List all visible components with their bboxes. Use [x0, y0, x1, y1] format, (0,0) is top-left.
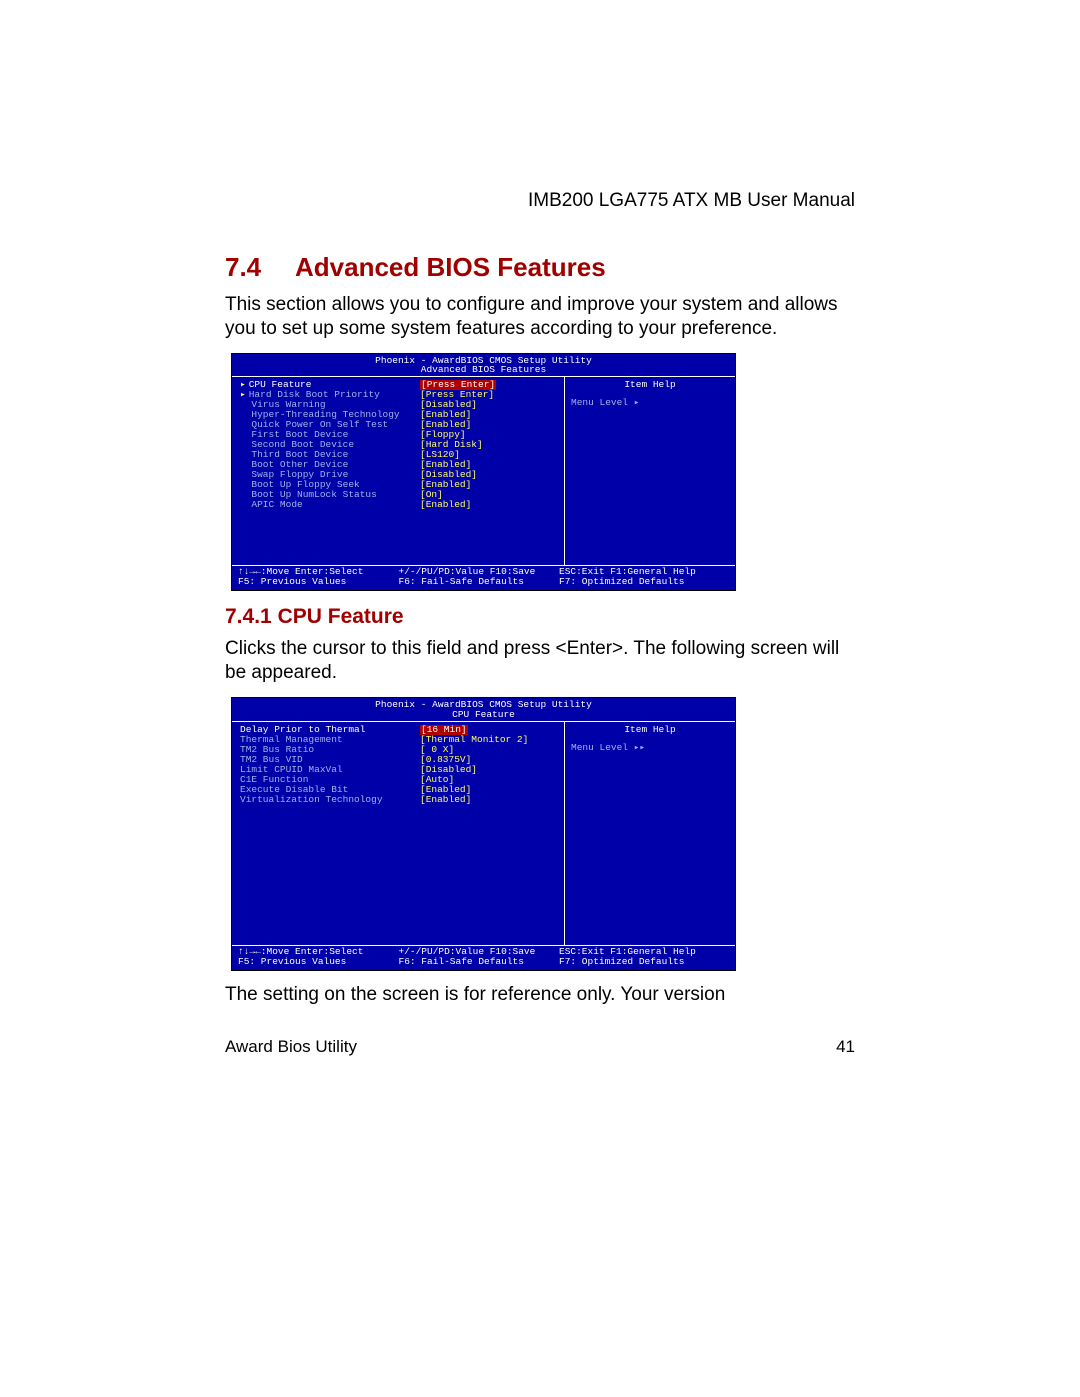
section-title: 7.4Advanced BIOS Features	[225, 252, 855, 283]
tail-paragraph: The setting on the screen is for referen…	[225, 983, 855, 1007]
footer-prev: F5: Previous Values	[238, 577, 399, 587]
section-name: Advanced BIOS Features	[295, 252, 606, 282]
bios-settings-pane: ▸CPU Feature[Press Enter]▸Hard Disk Boot…	[232, 377, 565, 565]
bios-setting-row: APIC Mode[Enabled]	[240, 500, 558, 510]
menu-level: Menu Level ▸▸	[571, 743, 729, 753]
help-title: Item Help	[571, 725, 729, 735]
intro-paragraph: This section allows you to configure and…	[225, 293, 855, 341]
subsection-title: 7.4.1 CPU Feature	[225, 605, 855, 629]
bios-setting-row: Virtualization Technology[Enabled]	[240, 795, 558, 805]
bios-footer: ↑↓→←:Move Enter:Select +/-/PU/PD:Value F…	[232, 566, 735, 590]
subsection-number: 7.4.1	[225, 605, 272, 628]
running-header: IMB200 LGA775 ATX MB User Manual	[225, 190, 855, 212]
footer-prev: F5: Previous Values	[238, 957, 399, 967]
subsection-paragraph: Clicks the cursor to this field and pres…	[225, 637, 855, 685]
setting-value: [Enabled]	[420, 500, 471, 510]
setting-label: Virtualization Technology	[240, 795, 420, 805]
help-title: Item Help	[571, 380, 729, 390]
bios-title: Phoenix - AwardBIOS CMOS Setup Utility A…	[232, 354, 735, 377]
footer-failsafe: F6: Fail-Safe Defaults	[399, 577, 560, 587]
bios-title-line2: CPU Feature	[232, 710, 735, 720]
bios-footer: ↑↓→←:Move Enter:Select +/-/PU/PD:Value F…	[232, 946, 735, 970]
bios-help-pane: Item Help Menu Level ▸	[565, 377, 735, 565]
bios-title: Phoenix - AwardBIOS CMOS Setup Utility C…	[232, 698, 735, 721]
bios-screenshot-cpu: Phoenix - AwardBIOS CMOS Setup Utility C…	[231, 697, 736, 971]
subsection-name: CPU Feature	[278, 605, 404, 628]
bios-title-line2: Advanced BIOS Features	[232, 365, 735, 375]
section-number: 7.4	[225, 252, 295, 283]
bios-settings-pane: Delay Prior to Thermal[16 Min]Thermal Ma…	[232, 722, 565, 945]
menu-level: Menu Level ▸	[571, 398, 729, 408]
footer-page-number: 41	[836, 1037, 855, 1057]
page-footer: Award Bios Utility 41	[225, 1037, 855, 1057]
footer-optimized: F7: Optimized Defaults	[559, 577, 729, 587]
setting-label: APIC Mode	[240, 500, 420, 510]
setting-value: [Enabled]	[420, 795, 471, 805]
bios-screenshot-advanced: Phoenix - AwardBIOS CMOS Setup Utility A…	[231, 353, 736, 592]
footer-optimized: F7: Optimized Defaults	[559, 957, 729, 967]
bios-help-pane: Item Help Menu Level ▸▸	[565, 722, 735, 945]
footer-left: Award Bios Utility	[225, 1037, 357, 1057]
footer-failsafe: F6: Fail-Safe Defaults	[399, 957, 560, 967]
